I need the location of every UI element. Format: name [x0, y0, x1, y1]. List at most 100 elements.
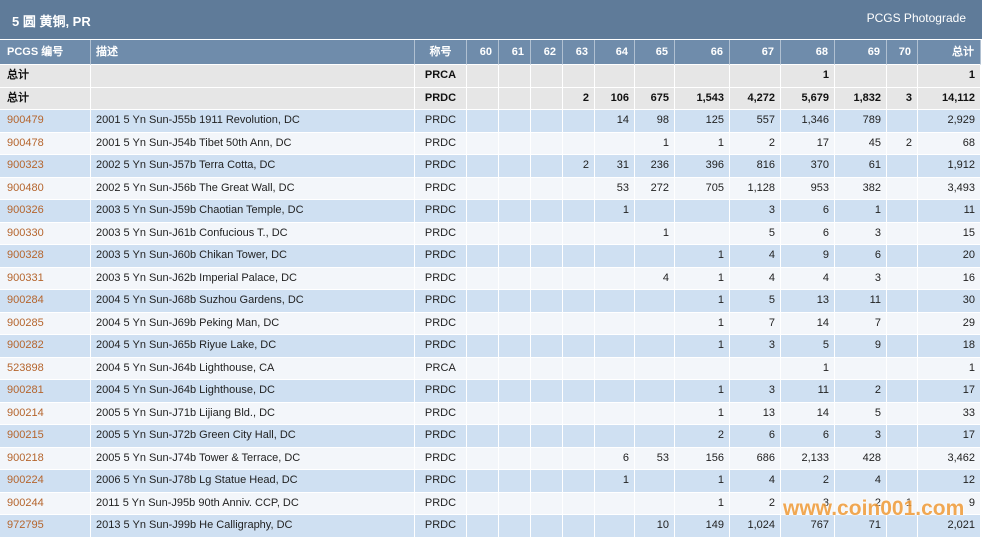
grade-67-count: 1,128	[730, 177, 781, 200]
description-cell: 2004 5 Yn Sun-J65b Riyue Lake, DC	[91, 335, 415, 358]
grade-64-count: 1	[595, 470, 635, 493]
pcgs-number-cell: 900331	[0, 267, 91, 290]
grade-63-count	[563, 177, 595, 200]
grade-68-count: 6	[781, 222, 835, 245]
grade-64-count	[595, 335, 635, 358]
pcgs-number-link[interactable]: 900281	[7, 384, 44, 396]
grade-70-count	[887, 357, 918, 380]
total-description	[91, 87, 415, 110]
table-row: 900282 2004 5 Yn Sun-J65b Riyue Lake, DC P…	[0, 335, 981, 358]
grade-67-count	[730, 65, 781, 88]
pcgs-number-link[interactable]: 900479	[7, 114, 44, 126]
grade-61-count	[499, 65, 531, 88]
photograde-link[interactable]: PCGS Photograde	[867, 11, 966, 25]
pcgs-number-link[interactable]: 900244	[7, 497, 44, 509]
pcgs-number-link[interactable]: 900323	[7, 159, 44, 171]
row-total: 1,912	[918, 155, 981, 178]
grade-66-count: 149	[675, 515, 730, 538]
row-total: 16	[918, 267, 981, 290]
grade-69-count: 382	[835, 177, 887, 200]
designation-cell: PRDC	[415, 200, 467, 223]
grade-62-count	[531, 335, 563, 358]
grade-70-count	[887, 447, 918, 470]
row-total: 14,112	[918, 87, 981, 110]
grade-67-count: 6	[730, 425, 781, 448]
grade-61-count	[499, 425, 531, 448]
pcgs-number-link[interactable]: 900284	[7, 294, 44, 306]
table-row: 900281 2004 5 Yn Sun-J64b Lighthouse, DC P…	[0, 380, 981, 403]
grade-65-count	[635, 312, 675, 335]
grade-67-count: 686	[730, 447, 781, 470]
row-total: 20	[918, 245, 981, 268]
table-row: 900224 2006 5 Yn Sun-J78b Lg Statue Head,…	[0, 470, 981, 493]
pcgs-number-link[interactable]: 900480	[7, 182, 44, 194]
col-header-total: 总计	[918, 40, 981, 65]
description-cell: 2003 5 Yn Sun-J60b Chikan Tower, DC	[91, 245, 415, 268]
pcgs-number-link[interactable]: 900330	[7, 227, 44, 239]
grade-65-count: 98	[635, 110, 675, 133]
row-total: 18	[918, 335, 981, 358]
table-row: 900479 2001 5 Yn Sun-J55b 1911 Revolution…	[0, 110, 981, 133]
grade-66-count: 705	[675, 177, 730, 200]
grade-62-count	[531, 222, 563, 245]
grade-64-count	[595, 357, 635, 380]
pcgs-number-cell: 523898	[0, 357, 91, 380]
grade-62-count	[531, 447, 563, 470]
pcgs-number-link[interactable]: 900326	[7, 204, 44, 216]
table-row: 900328 2003 5 Yn Sun-J60b Chikan Tower, D…	[0, 245, 981, 268]
pcgs-number-cell: 972795	[0, 515, 91, 538]
pcgs-number-link[interactable]: 900478	[7, 137, 44, 149]
grade-66-count: 1	[675, 335, 730, 358]
row-total: 17	[918, 425, 981, 448]
pcgs-number-link[interactable]: 900331	[7, 272, 44, 284]
grade-65-count: 1	[635, 132, 675, 155]
description-cell: 2011 5 Yn Sun-J95b 90th Anniv. CCP, DC	[91, 492, 415, 515]
grade-65-count: 10	[635, 515, 675, 538]
pcgs-number-link[interactable]: 900215	[7, 429, 44, 441]
grade-68-count: 5,679	[781, 87, 835, 110]
col-header-grade-65: 65	[635, 40, 675, 65]
pcgs-number-link[interactable]: 900218	[7, 452, 44, 464]
col-header-grade-69: 69	[835, 40, 887, 65]
grade-62-count	[531, 515, 563, 538]
grade-65-count: 53	[635, 447, 675, 470]
col-header-grade-62: 62	[531, 40, 563, 65]
designation-cell: PRDC	[415, 132, 467, 155]
grade-62-count	[531, 312, 563, 335]
grade-68-count: 9	[781, 245, 835, 268]
grade-64-count	[595, 425, 635, 448]
pcgs-number-link[interactable]: 972795	[7, 519, 44, 531]
grade-69-count: 5	[835, 402, 887, 425]
pcgs-number-link[interactable]: 900285	[7, 317, 44, 329]
designation-cell: PRDC	[415, 425, 467, 448]
grade-69-count: 61	[835, 155, 887, 178]
page-title: 5 圆 黄铜, PR	[12, 14, 91, 29]
pcgs-number-link[interactable]: 900328	[7, 249, 44, 261]
row-total: 1	[918, 65, 981, 88]
col-header-pcgs-number: PCGS 编号	[0, 40, 91, 65]
pcgs-number-link[interactable]: 900282	[7, 339, 44, 351]
pcgs-number-link[interactable]: 900214	[7, 407, 44, 419]
total-row-prca: 总计 PRCA 1 1	[0, 65, 981, 88]
grade-63-count	[563, 65, 595, 88]
pcgs-number-cell: 900326	[0, 200, 91, 223]
description-cell: 2004 5 Yn Sun-J64b Lighthouse, CA	[91, 357, 415, 380]
col-header-grade-63: 63	[563, 40, 595, 65]
grade-64-count	[595, 222, 635, 245]
grade-70-count: 1	[887, 492, 918, 515]
grade-67-count: 2	[730, 132, 781, 155]
description-cell: 2002 5 Yn Sun-J57b Terra Cotta, DC	[91, 155, 415, 178]
grade-66-count	[675, 65, 730, 88]
grade-70-count	[887, 470, 918, 493]
grade-62-count	[531, 402, 563, 425]
pcgs-number-link[interactable]: 900224	[7, 474, 44, 486]
grade-64-count: 31	[595, 155, 635, 178]
pcgs-number-cell: 900284	[0, 290, 91, 313]
table-row: 523898 2004 5 Yn Sun-J64b Lighthouse, CA P…	[0, 357, 981, 380]
row-total: 3,493	[918, 177, 981, 200]
grade-62-count	[531, 380, 563, 403]
pcgs-number-cell: 900285	[0, 312, 91, 335]
pcgs-number-link[interactable]: 523898	[7, 362, 44, 374]
grade-60-count	[467, 425, 499, 448]
grade-67-count: 2	[730, 492, 781, 515]
